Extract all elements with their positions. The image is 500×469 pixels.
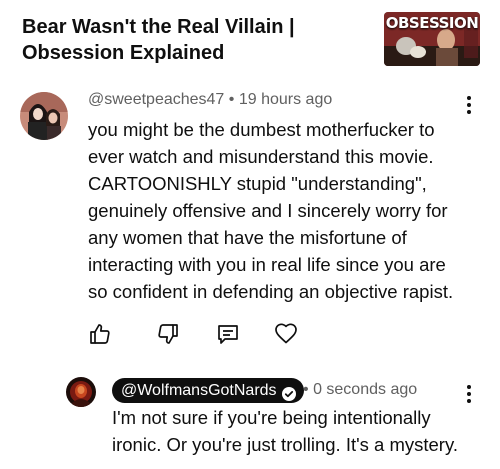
meta-separator: • [303, 381, 309, 398]
reply-avatar-image [66, 377, 96, 407]
reply-text: I'm not sure if you're being intentional… [112, 407, 458, 455]
meta-separator: • [228, 91, 235, 108]
reply-avatar[interactable] [66, 377, 96, 407]
comment-timestamp[interactable]: 19 hours ago [239, 91, 332, 108]
comment-text: you might be the dumbest motherfucker to… [88, 119, 454, 302]
dislike-icon[interactable] [156, 322, 180, 346]
reply-more-options-icon[interactable] [465, 384, 473, 406]
heart-icon[interactable] [274, 322, 298, 346]
comment-author[interactable]: @sweetpeaches47 [88, 91, 224, 108]
reply-author: @WolfmansGotNards [121, 382, 277, 399]
reply-author-chip[interactable]: @WolfmansGotNards [112, 378, 304, 403]
avatar-image [20, 92, 68, 140]
comment: @sweetpeaches47 • 19 hours ago you might… [0, 0, 500, 360]
comment-meta: @sweetpeaches47 • 19 hours ago [88, 91, 332, 109]
reply-comment: @WolfmansGotNards • 0 seconds ago I'm no… [0, 360, 500, 469]
more-options-icon[interactable] [465, 95, 473, 117]
reply-meta: • 0 seconds ago [303, 381, 417, 399]
verified-icon [281, 384, 296, 401]
reply-icon[interactable] [216, 322, 240, 346]
like-icon[interactable] [88, 322, 112, 346]
avatar[interactable] [20, 92, 68, 140]
reply-timestamp[interactable]: 0 seconds ago [313, 381, 417, 398]
